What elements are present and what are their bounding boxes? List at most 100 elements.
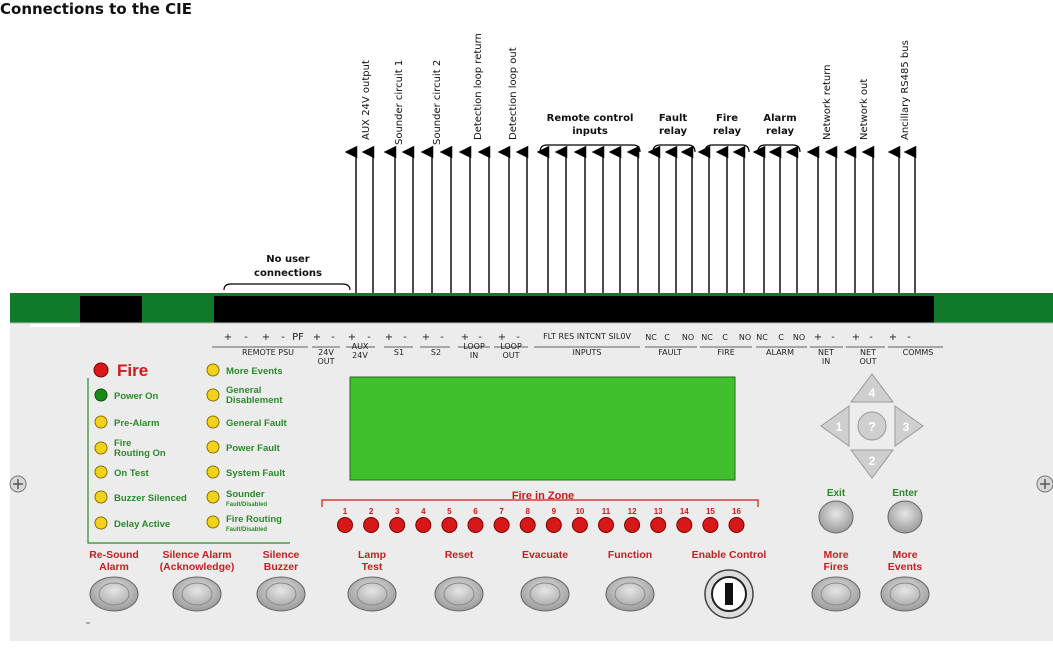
control-button[interactable] (880, 576, 930, 612)
label-sounder-sub: Fault/Disabled (226, 502, 267, 508)
relay-terminal-mark: NC (645, 333, 657, 342)
zone-led (650, 517, 667, 533)
control-button-label: (Acknowledge) (160, 561, 235, 573)
control-button-label: Reset (445, 549, 474, 561)
label-exit: Exit (827, 488, 846, 499)
nav-left-label: 1 (836, 420, 843, 434)
relay-terminal-mark: C (664, 333, 670, 342)
relay-terminal-mark: NO (682, 333, 694, 342)
label-on-test: On Test (114, 468, 149, 479)
relay-terminal-mark: C (722, 333, 728, 342)
term-loop-in: IN (470, 351, 478, 360)
term-net-2: NET (860, 348, 876, 357)
zone-led (467, 517, 484, 533)
relay-terminal-mark: C (778, 333, 784, 342)
terminal-polarity: + (889, 332, 897, 343)
control-button[interactable] (605, 576, 655, 612)
terminal-polarity: + (262, 332, 270, 343)
label-fire-routing-on: Routing On (114, 448, 166, 459)
label-remote-control-inputs: inputs (572, 126, 608, 137)
pcb-block-left (80, 296, 142, 323)
term-inputs: INPUTS (573, 348, 602, 357)
label-fire-relay: relay (713, 126, 742, 137)
relay-terminal-mark: NC (701, 333, 713, 342)
zone-number: 2 (369, 507, 374, 516)
zone-led (363, 517, 380, 533)
label-pre-alarm: Pre-Alarm (114, 418, 159, 429)
zone-led (676, 517, 693, 533)
term-alarm: ALARM (766, 348, 794, 357)
terminal-block (214, 296, 934, 323)
control-button-label: Test (362, 561, 383, 573)
term-aux-24v: 24V (352, 351, 368, 360)
label-more-events: More Events (226, 366, 283, 377)
control-button[interactable] (256, 576, 306, 612)
control-button[interactable] (434, 576, 484, 612)
key-switch[interactable] (704, 569, 754, 619)
label-sounder: Sounder (226, 489, 265, 500)
term-inputs-top: FLT RES INTCNT SIL0V (543, 332, 631, 341)
control-button-label: Lamp (358, 549, 386, 561)
label-buzzer-silenced: Buzzer Silenced (114, 493, 187, 504)
term-fault: FAULT (658, 348, 682, 357)
terminal-polarity: + (313, 332, 321, 343)
label-fire-routing-right: Fire Routing (226, 514, 282, 525)
zone-number: 3 (395, 507, 400, 516)
led-fire (93, 362, 109, 378)
control-button-label: Silence (263, 549, 300, 561)
zone-led (702, 517, 719, 533)
control-button-label: Silence Alarm (162, 549, 231, 561)
relay-terminal-mark: NO (739, 333, 751, 342)
led-more-events (206, 363, 220, 377)
control-button[interactable] (172, 576, 222, 612)
led-general-disablement (206, 388, 220, 402)
terminal-polarity: - (869, 332, 873, 343)
label-sounder-circuit-2: Sounder circuit 2 (432, 60, 443, 145)
zone-number: 12 (628, 507, 637, 516)
terminal-polarity: - (281, 332, 285, 343)
control-button[interactable] (811, 576, 861, 612)
zone-number: 1 (343, 507, 348, 516)
screw-left (9, 475, 27, 493)
led-delay-active (94, 516, 108, 530)
term-loop: LOOP (463, 342, 485, 351)
zone-number: 6 (473, 507, 478, 516)
control-button[interactable] (520, 576, 570, 612)
led-buzzer-silenced (94, 490, 108, 504)
terminal-polarity: - (403, 332, 407, 343)
zone-number: 15 (706, 507, 715, 516)
term-s2: S2 (431, 348, 441, 357)
zone-number: 4 (421, 507, 426, 516)
terminal-polarity: - (907, 332, 911, 343)
term-remote-psu: REMOTE PSU (242, 348, 294, 357)
term-aux: AUX (352, 342, 369, 351)
label-delay-active: Delay Active (114, 519, 170, 530)
led-general-fault (206, 415, 220, 429)
control-button-label: Buzzer (264, 561, 298, 573)
zone-led (545, 517, 562, 533)
label-detection-loop-out: Detection loop out (508, 47, 519, 140)
terminal-polarity: - (440, 332, 444, 343)
label-aux-24v-output: AUX 24V output (361, 60, 372, 140)
zone-led (571, 517, 588, 533)
led-power-on (94, 388, 108, 402)
control-button-label: More (892, 549, 917, 561)
label-alarm: Alarm (763, 113, 796, 124)
control-button[interactable] (347, 576, 397, 612)
zone-led (624, 517, 641, 533)
terminal-polarity: - (244, 332, 248, 343)
terminal-polarity: PF (292, 332, 304, 343)
zone-number: 7 (499, 507, 504, 516)
control-button-label: More (823, 549, 848, 561)
vertical-labels: AUX 24V output Sounder circuit 1 Sounder… (361, 33, 911, 145)
label-ancillary-rs485-bus: Ancillary RS485 bus (900, 40, 911, 140)
enter-button[interactable] (887, 500, 923, 534)
led-fire-routing-on (94, 441, 108, 455)
exit-button[interactable] (818, 500, 854, 534)
control-button[interactable] (89, 576, 139, 612)
control-button-label: Fires (823, 561, 848, 573)
label-fault-relay: relay (659, 126, 688, 137)
term-net: NET (818, 348, 834, 357)
zone-number: 5 (447, 507, 452, 516)
lcd-display (349, 376, 736, 481)
